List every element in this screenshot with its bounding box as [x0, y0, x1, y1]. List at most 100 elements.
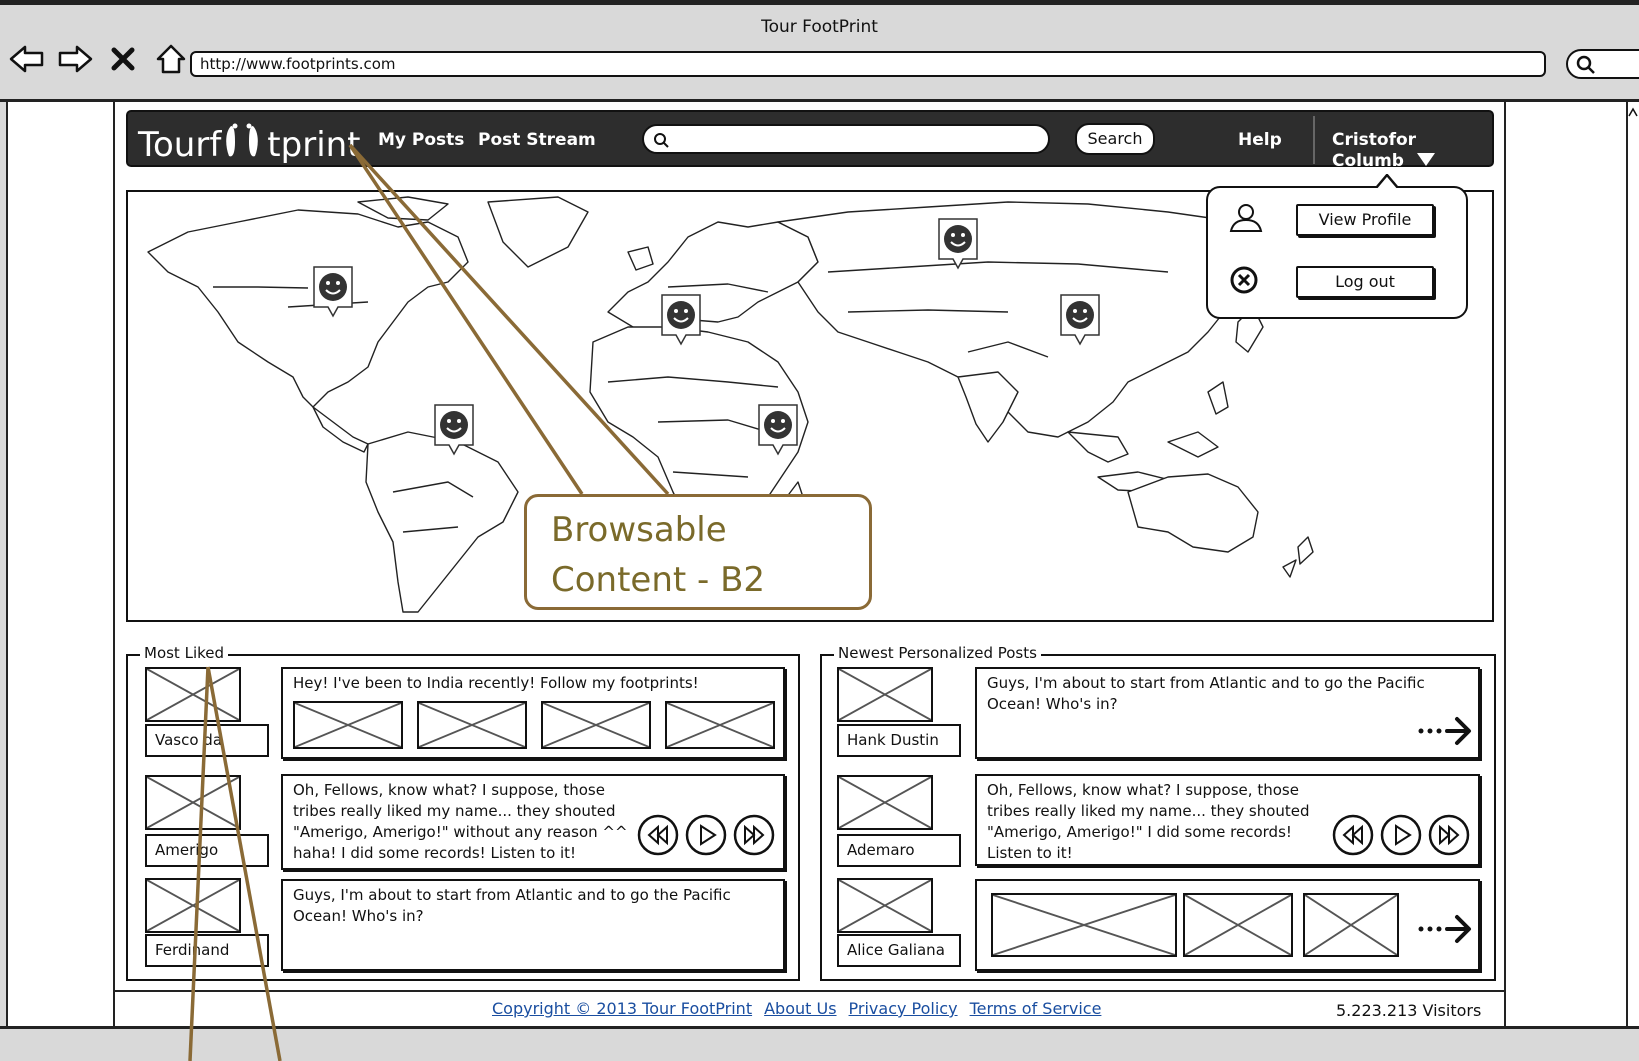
author-name[interactable]: Amerigo — [145, 834, 269, 867]
post-text: Oh, Fellows, know what? I suppose, those… — [987, 781, 1310, 862]
search-button[interactable]: Search — [1075, 123, 1155, 155]
user-icon — [1229, 204, 1263, 232]
author-name[interactable]: Ademaro — [837, 834, 961, 867]
home-icon[interactable] — [152, 41, 190, 77]
map-pin-south-america[interactable] — [432, 402, 476, 456]
footer-links: Copyright © 2013 Tour FootPrint About Us… — [492, 999, 1101, 1018]
user-dropdown-menu: View Profile Log out — [1206, 174, 1468, 319]
logout-button[interactable]: Log out — [1296, 266, 1434, 298]
search-input[interactable] — [642, 124, 1050, 154]
post-card[interactable]: Oh, Fellows, know what? I suppose, those… — [281, 774, 785, 870]
image-placeholder[interactable] — [1303, 893, 1399, 957]
post-text: Hey! I've been to India recently! Follow… — [293, 674, 699, 692]
logo[interactable]: Tourf tprint — [138, 118, 361, 165]
nav-help[interactable]: Help — [1238, 130, 1282, 150]
post-text: Oh, Fellows, know what? I suppose, those… — [293, 781, 628, 862]
avatar-placeholder — [145, 878, 241, 933]
post-card[interactable] — [975, 879, 1480, 971]
browser-search-field[interactable] — [1566, 49, 1639, 79]
rewind-icon[interactable] — [637, 814, 679, 856]
nav-divider — [1313, 116, 1315, 164]
avatar-placeholder — [145, 775, 241, 830]
annotation-line-1: Browsable — [551, 510, 727, 550]
post-card[interactable]: Guys, I'm about to start from Atlantic a… — [281, 879, 785, 971]
more-arrow-icon[interactable] — [1417, 713, 1473, 749]
user-name: Cristofor Columb — [1332, 130, 1417, 171]
author-name[interactable]: Vasco da — [145, 724, 269, 757]
forward-icon[interactable] — [56, 41, 94, 77]
app-navbar: Tourf tprint My Posts Post Stream Search… — [126, 110, 1494, 171]
image-placeholder[interactable] — [665, 701, 775, 749]
scroll-up-icon[interactable] — [1628, 106, 1638, 136]
avatar-placeholder — [837, 775, 933, 830]
avatar-placeholder — [837, 878, 933, 933]
search-icon — [654, 133, 669, 148]
smiley-pin-icon — [938, 218, 978, 270]
fast-forward-icon[interactable] — [733, 814, 775, 856]
smiley-pin-icon — [661, 294, 701, 346]
map-pin-north-america[interactable] — [311, 264, 355, 318]
map-pin-europe[interactable] — [659, 292, 703, 346]
about-link[interactable]: About Us — [764, 999, 836, 1018]
image-placeholder[interactable] — [417, 701, 527, 749]
annotation-callout: Browsable Content - B2 — [524, 494, 872, 610]
rewind-icon[interactable] — [1332, 814, 1374, 856]
triangle-down-icon — [1416, 153, 1435, 166]
window-title: Tour FootPrint — [761, 17, 878, 37]
visitor-count: 5.223.213 Visitors — [1336, 1001, 1482, 1020]
play-icon[interactable] — [685, 814, 727, 856]
author-name[interactable]: Hank Dustin — [837, 724, 961, 757]
image-placeholder[interactable] — [1183, 893, 1293, 957]
map-pin-africa[interactable] — [756, 402, 800, 456]
search-icon — [1576, 55, 1595, 74]
newest-posts-panel: Newest Personalized Posts Hank Dustin Gu… — [820, 644, 1496, 981]
more-arrow-icon[interactable] — [1417, 911, 1473, 947]
smiley-pin-icon — [313, 266, 353, 318]
audio-controls — [637, 814, 775, 856]
smiley-pin-icon — [758, 404, 798, 456]
image-placeholder[interactable] — [991, 893, 1177, 957]
map-pin-china[interactable] — [1058, 292, 1102, 346]
scrollbar[interactable] — [1626, 102, 1639, 1026]
post-card[interactable]: Hey! I've been to India recently! Follow… — [281, 667, 785, 759]
avatar-placeholder — [837, 667, 933, 722]
copyright-link[interactable]: Copyright © 2013 Tour FootPrint — [492, 999, 752, 1018]
logo-text: Tourf tprint — [138, 123, 361, 165]
image-placeholder[interactable] — [541, 701, 651, 749]
annotation-line-2: Content - B2 — [551, 560, 766, 600]
user-menu-toggle[interactable]: Cristofor Columb — [1332, 130, 1492, 171]
nav-my-posts[interactable]: My Posts — [378, 130, 464, 150]
post-text: Guys, I'm about to start from Atlantic a… — [987, 674, 1425, 713]
post-card[interactable]: Oh, Fellows, know what? I suppose, those… — [975, 774, 1480, 866]
back-icon[interactable] — [8, 41, 46, 77]
author-name[interactable]: Ferdinand — [145, 934, 269, 967]
dropdown-notch — [1376, 174, 1398, 188]
play-icon[interactable] — [1380, 814, 1422, 856]
image-placeholder[interactable] — [293, 701, 403, 749]
address-bar[interactable]: http://www.footprints.com — [190, 51, 1546, 77]
fast-forward-icon[interactable] — [1428, 814, 1470, 856]
avatar-placeholder — [145, 667, 241, 722]
stop-icon[interactable] — [104, 41, 142, 77]
user-icon-wrap — [1228, 202, 1264, 234]
audio-controls — [1332, 814, 1470, 856]
most-liked-panel: Most Liked Vasco da Hey! I've been to In… — [126, 644, 800, 981]
browser-status-bar — [0, 1026, 1639, 1061]
circle-x-icon — [1230, 266, 1258, 294]
smiley-pin-icon — [1060, 294, 1100, 346]
view-profile-button[interactable]: View Profile — [1296, 204, 1434, 236]
map-pin-russia[interactable] — [936, 216, 980, 270]
footer-divider — [113, 990, 1506, 992]
most-liked-title: Most Liked — [140, 644, 229, 662]
terms-link[interactable]: Terms of Service — [970, 999, 1102, 1018]
nav-post-stream[interactable]: Post Stream — [478, 130, 596, 150]
smiley-pin-icon — [434, 404, 474, 456]
privacy-link[interactable]: Privacy Policy — [849, 999, 958, 1018]
logout-icon-wrap — [1228, 264, 1264, 296]
footprint-icon — [226, 123, 259, 157]
left-edge — [0, 102, 8, 1026]
author-name[interactable]: Alice Galiana — [837, 934, 961, 967]
browser-nav-buttons — [8, 41, 190, 77]
post-card[interactable]: Guys, I'm about to start from Atlantic a… — [975, 667, 1480, 759]
post-text: Guys, I'm about to start from Atlantic a… — [293, 886, 731, 925]
